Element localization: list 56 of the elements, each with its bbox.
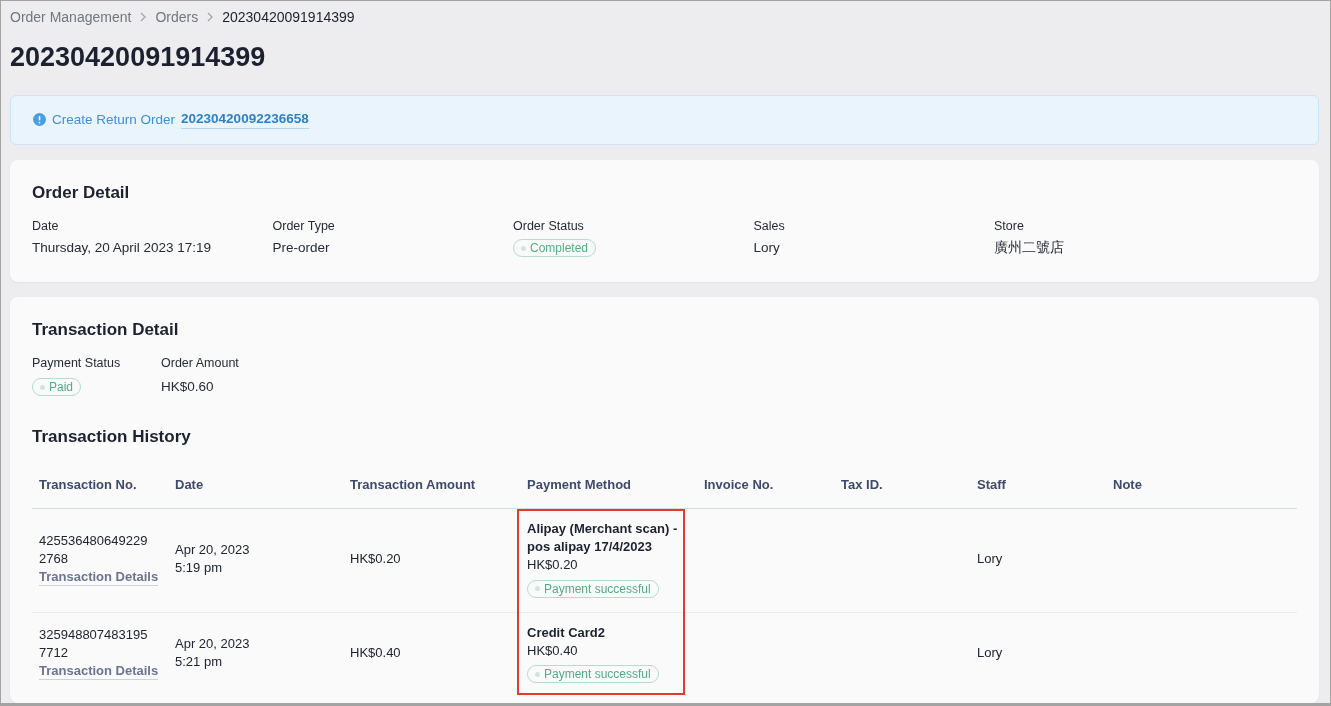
field-label: Order Status <box>513 218 584 235</box>
page-title: 20230420091914399 <box>10 41 267 73</box>
section-title: Order Detail <box>32 182 131 205</box>
transaction-time: 5:21 pm <box>175 653 222 672</box>
field-value: HK$0.60 <box>161 378 214 396</box>
field-value: Lory <box>753 239 780 258</box>
field-label: Order Amount <box>161 355 239 371</box>
column-header: Tax ID. <box>841 477 883 492</box>
transaction-time: 5:19 pm <box>175 558 222 577</box>
chevron-right-icon <box>140 12 147 22</box>
return-order-link[interactable]: 20230420092236658 <box>181 110 309 129</box>
section-title: Transaction History <box>32 426 192 448</box>
transaction-date: Apr 20, 2023 <box>175 540 250 559</box>
status-dot-icon <box>40 384 45 390</box>
payment-method-name: Alipay (Merchant scan) - pos alipay 17/4/2023 <box>527 520 679 556</box>
payment-amount: HK$0.20 <box>527 556 578 574</box>
transaction-details-link[interactable]: Transaction Details <box>39 662 159 681</box>
transaction-date: Apr 20, 2023 <box>175 635 250 654</box>
status-dot-icon <box>535 671 540 677</box>
column-header: Transaction Amount <box>350 477 476 492</box>
status-label: Completed <box>530 241 589 256</box>
breadcrumb-link[interactable]: Orders <box>155 8 199 26</box>
alert-text: Create Return Order <box>52 112 176 128</box>
column-header: Note <box>1113 477 1142 492</box>
payment-amount: HK$0.40 <box>527 641 578 660</box>
transaction-number: 3259488074831957712 <box>39 626 149 663</box>
status-label: Payment successful <box>544 667 651 681</box>
column-header: Staff <box>977 477 1006 492</box>
transaction-amount: HK$0.40 <box>350 644 401 663</box>
info-icon <box>33 113 46 127</box>
column-header: Date <box>175 477 204 492</box>
status-label: Payment successful <box>544 581 651 596</box>
field-label: Order Type <box>272 218 335 235</box>
breadcrumb-link[interactable]: 20230420091914399 <box>222 8 355 26</box>
transaction-number: 4255364806492292768 <box>39 531 149 568</box>
status-dot-icon <box>521 245 526 251</box>
field-label: Date <box>32 218 59 235</box>
staff-name: Lory <box>977 644 1003 663</box>
payment-method-name: Credit Card2 <box>527 623 606 642</box>
column-header: Transaction No. <box>39 477 137 492</box>
status-dot-icon <box>535 586 540 591</box>
staff-name: Lory <box>977 549 1003 568</box>
breadcrumb-link[interactable]: Order Management <box>10 8 132 26</box>
column-header: Payment Method <box>527 477 631 492</box>
chevron-right-icon <box>207 12 214 22</box>
status-label: Paid <box>49 380 74 394</box>
column-header: Invoice No. <box>704 477 774 492</box>
field-label: Sales <box>753 218 785 235</box>
field-label: Payment Status <box>32 355 121 371</box>
transaction-amount: HK$0.20 <box>350 549 401 568</box>
section-title: Transaction Detail <box>32 319 180 341</box>
field-value: 廣州二號店 <box>994 239 1064 258</box>
field-value: Thursday, 20 April 2023 17:19 <box>32 239 212 258</box>
transaction-details-link[interactable]: Transaction Details <box>39 567 159 586</box>
field-value: Pre-order <box>272 239 330 258</box>
field-label: Store <box>994 218 1024 235</box>
